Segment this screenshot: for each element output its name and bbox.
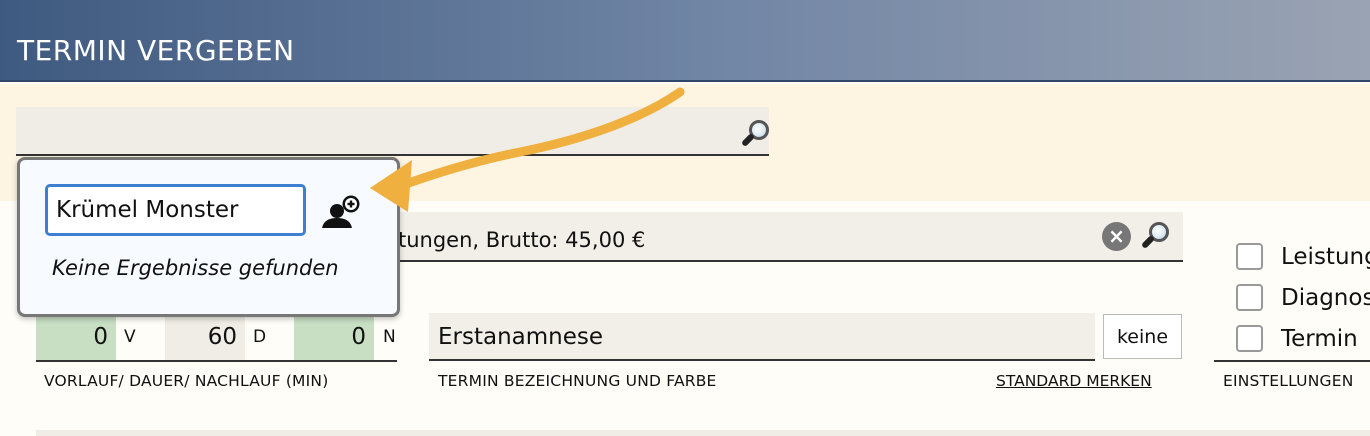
checkbox-label: Diagnos xyxy=(1281,285,1370,311)
bottom-field xyxy=(36,430,1370,436)
divider xyxy=(36,360,397,362)
dauer-input[interactable]: 60 xyxy=(165,313,245,361)
termin-name-field[interactable]: Erstanamnese xyxy=(429,313,1095,361)
checkbox-box[interactable] xyxy=(1236,243,1263,270)
page-title: TERMIN VERGEBEN xyxy=(17,34,295,67)
add-person-icon[interactable] xyxy=(320,194,366,230)
standard-merken-link[interactable]: STANDARD MERKEN xyxy=(996,372,1152,390)
termin-name-value: Erstanamnese xyxy=(438,324,604,350)
patient-search-field[interactable] xyxy=(16,107,769,156)
nachlauf-unit: N xyxy=(383,327,396,347)
checkbox-label: Termin xyxy=(1281,326,1358,352)
no-results-message: Keine Ergebnisse gefunden xyxy=(52,256,339,280)
termin-label: TERMIN BEZEICHNUNG UND FARBE xyxy=(438,372,717,390)
patient-name-input[interactable] xyxy=(45,184,306,236)
settings-label: EINSTELLUNGEN xyxy=(1223,372,1354,390)
timing-row: 0 V 60 D 0 N xyxy=(0,313,420,361)
divider xyxy=(1214,360,1370,362)
dauer-unit: D xyxy=(253,327,267,347)
vorlauf-unit: V xyxy=(124,327,136,347)
magnifier-icon[interactable] xyxy=(740,119,772,149)
services-field[interactable]: tungen, Brutto: 45,00 € × xyxy=(370,212,1183,262)
checkbox-box[interactable] xyxy=(1236,284,1263,311)
patient-search-popup: Keine Ergebnisse gefunden xyxy=(17,157,400,317)
title-bar: TERMIN VERGEBEN xyxy=(0,0,1370,82)
services-summary: tungen, Brutto: 45,00 € xyxy=(398,228,646,252)
checkbox-label: Leistung xyxy=(1281,244,1370,270)
nachlauf-input[interactable]: 0 xyxy=(294,313,374,361)
timing-label: VORLAUF/ DAUER/ NACHLAUF (MIN) xyxy=(44,372,329,390)
vorlauf-input[interactable]: 0 xyxy=(36,313,116,361)
checkbox-box[interactable] xyxy=(1236,325,1263,352)
color-select-button[interactable]: keine xyxy=(1103,314,1182,359)
clear-icon[interactable]: × xyxy=(1102,222,1131,251)
magnifier-icon[interactable] xyxy=(1140,221,1172,251)
